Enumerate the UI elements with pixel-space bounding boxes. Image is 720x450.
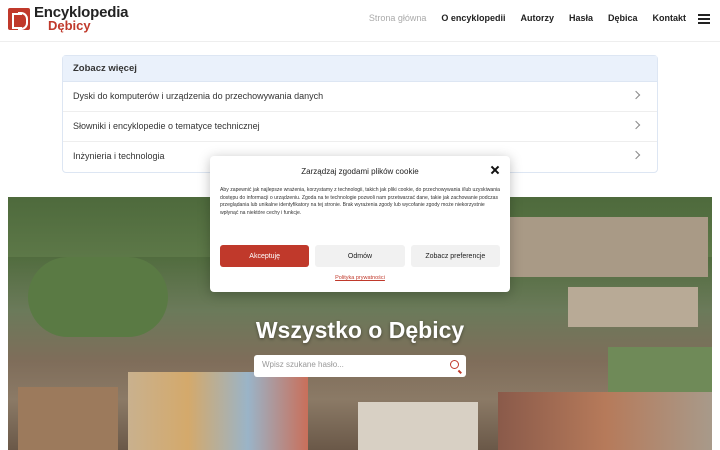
close-icon[interactable] [490, 165, 500, 175]
nav-authors[interactable]: Autorzy [520, 13, 554, 23]
hero-title: Wszystko o Dębicy [255, 317, 465, 343]
logo-icon [8, 8, 30, 30]
search-placeholder: Wpisz szukane hasło... [262, 360, 344, 369]
main-nav: Strona główna O encyklopedii Autorzy Has… [369, 13, 686, 23]
nav-about[interactable]: O encyklopedii [441, 13, 505, 23]
hero-buildings [18, 387, 118, 450]
see-more-item-label: Słowniki i encyklopedie o tematyce techn… [73, 121, 260, 131]
privacy-policy-link[interactable]: Polityka prywatności [210, 275, 510, 281]
cookie-dialog-text: Aby zapewnić jak najlepsze wrażenia, kor… [220, 187, 501, 216]
hero-buildings [508, 217, 708, 277]
accept-button[interactable]: Akceptuję [220, 245, 310, 267]
hero-buildings [498, 392, 712, 450]
nav-contact[interactable]: Kontakt [653, 13, 687, 23]
see-more-item-label: Inżynieria i technologia [73, 151, 165, 161]
see-more-item[interactable]: Słowniki i encyklopedie o tematyce techn… [63, 112, 657, 142]
chevron-right-icon [631, 120, 641, 130]
site-logo[interactable]: Encyklopedia Dębicy [8, 5, 129, 32]
site-header: Encyklopedia Dębicy Strona główna O ency… [0, 0, 720, 42]
deny-button[interactable]: Odmów [315, 245, 405, 267]
see-more-item[interactable]: Dyski do komputerów i urządzenia do prze… [63, 82, 657, 112]
nav-home[interactable]: Strona główna [369, 13, 427, 23]
search-icon[interactable] [450, 360, 459, 369]
search-input[interactable]: Wpisz szukane hasło... [254, 355, 466, 377]
see-more-item-label: Dyski do komputerów i urządzenia do prze… [73, 91, 324, 101]
hero-buildings [128, 372, 308, 450]
cookie-dialog-title: Zarządzaj zgodami plików cookie [301, 167, 419, 176]
hero-buildings [358, 402, 478, 450]
chevron-right-icon [631, 90, 641, 100]
preferences-button[interactable]: Zobacz preferencje [410, 245, 500, 267]
nav-debica[interactable]: Dębica [608, 13, 638, 23]
nav-entries[interactable]: Hasła [569, 13, 593, 23]
see-more-title: Zobacz więcej [63, 56, 657, 82]
chevron-right-icon [631, 150, 641, 160]
hero-trees [608, 347, 712, 392]
cookie-consent-dialog: Zarządzaj zgodami plików cookie Aby zape… [210, 156, 510, 292]
hamburger-menu-icon[interactable] [698, 14, 710, 24]
